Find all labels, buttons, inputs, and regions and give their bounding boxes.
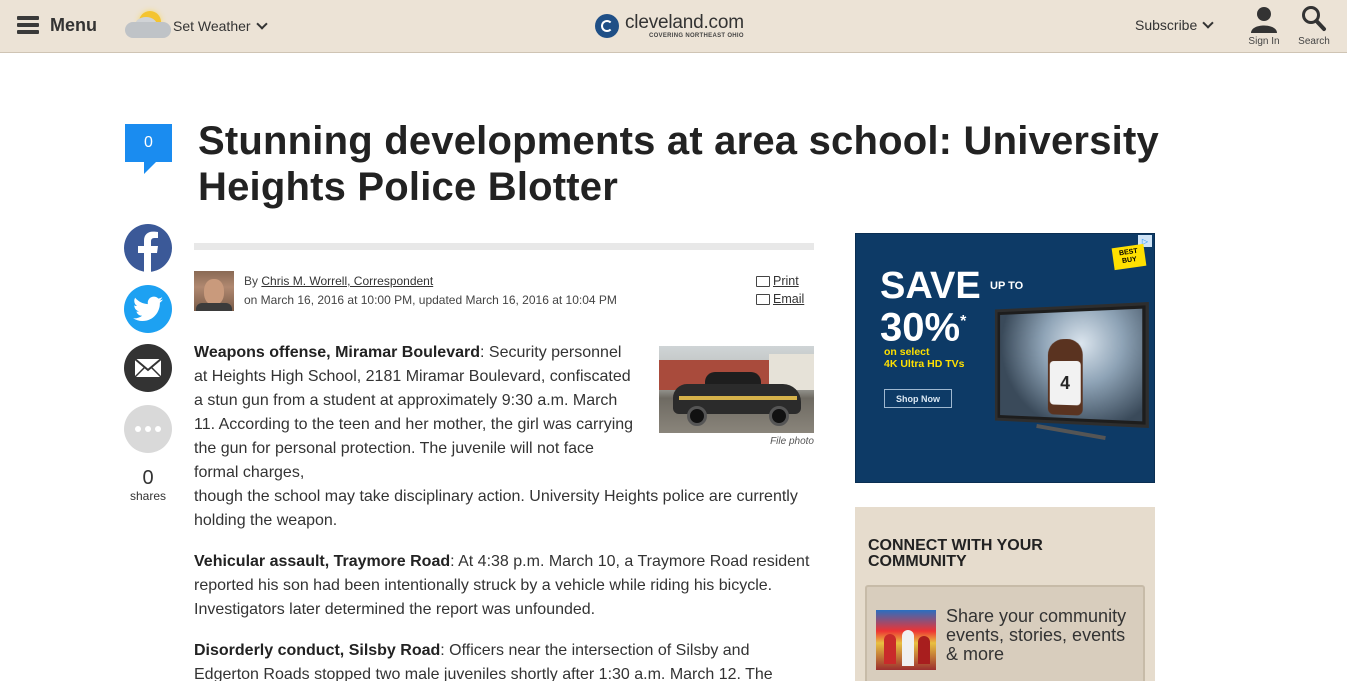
dateline: on March 16, 2016 at 10:00 PM, updated M… bbox=[244, 293, 617, 307]
best-buy-logo: BEST BUY bbox=[1111, 243, 1147, 271]
user-icon bbox=[1251, 7, 1277, 33]
partly-cloudy-icon bbox=[123, 8, 175, 44]
ad-up-to: UP TO bbox=[990, 280, 1024, 292]
more-share-button[interactable] bbox=[124, 405, 172, 453]
logo-name: cleveland.com bbox=[625, 11, 744, 33]
menu-label: Menu bbox=[50, 14, 97, 35]
share-count: 0 bbox=[142, 467, 154, 489]
divider bbox=[194, 243, 814, 250]
email-button[interactable]: Email bbox=[756, 292, 804, 306]
subscribe-button[interactable]: Subscribe bbox=[1135, 16, 1214, 33]
shop-now-button[interactable]: Shop Now bbox=[884, 389, 952, 408]
ad-save-text: SAVE bbox=[880, 265, 981, 307]
paragraph-heading: Vehicular assault, Traymore Road bbox=[194, 553, 451, 570]
article-paragraph: Vehicular assault, Traymore Road: At 4:3… bbox=[194, 550, 814, 622]
community-thumbnail bbox=[876, 610, 936, 670]
subscribe-label: Subscribe bbox=[1135, 17, 1198, 33]
community-module: CONNECT WITH YOUR COMMUNITY Share your c… bbox=[855, 507, 1155, 681]
sign-in-button[interactable]: Sign In bbox=[1244, 5, 1284, 47]
article-paragraph: Disorderly conduct, Silsby Road: Officer… bbox=[194, 639, 814, 681]
author-link[interactable]: Chris M. Worrell, Correspondent bbox=[261, 274, 433, 288]
print-button[interactable]: Print bbox=[756, 274, 799, 288]
chevron-down-icon bbox=[1202, 16, 1214, 29]
menu-button[interactable]: Menu bbox=[17, 12, 97, 38]
facebook-share-button[interactable] bbox=[124, 224, 172, 272]
set-weather-button[interactable]: Set Weather bbox=[123, 8, 268, 44]
ad-subtext: on select 4K Ultra HD TVs bbox=[884, 346, 965, 370]
jersey-number: 4 bbox=[1049, 360, 1081, 406]
twitter-icon bbox=[133, 296, 163, 321]
email-icon bbox=[756, 293, 770, 305]
byline: By Chris M. Worrell, Correspondent bbox=[244, 274, 433, 288]
by-prefix: By bbox=[244, 274, 259, 288]
article-headline: Stunning developments at area school: Un… bbox=[198, 119, 1159, 209]
envelope-icon bbox=[134, 358, 162, 378]
printer-icon bbox=[756, 275, 770, 287]
site-logo[interactable]: cleveland.com COVERING NORTHEAST OHIO bbox=[595, 12, 744, 40]
twitter-share-button[interactable] bbox=[124, 285, 172, 333]
site-header: Menu Set Weather cleveland.com COVERING … bbox=[0, 0, 1347, 53]
author-avatar[interactable] bbox=[194, 271, 234, 311]
search-icon bbox=[1302, 6, 1326, 31]
search-button[interactable]: Search bbox=[1294, 5, 1334, 47]
print-label: Print bbox=[773, 274, 799, 288]
email-share-button[interactable] bbox=[124, 344, 172, 392]
shares-label: shares bbox=[129, 489, 167, 503]
chevron-down-icon bbox=[255, 17, 268, 30]
paragraph-text: : Security personnel at Heights High Sch… bbox=[194, 344, 634, 481]
sign-in-label: Sign In bbox=[1248, 36, 1280, 47]
photo-credit: File photo bbox=[770, 436, 814, 447]
logo-tagline: COVERING NORTHEAST OHIO bbox=[648, 32, 744, 39]
facebook-icon bbox=[138, 231, 158, 272]
comment-count-badge[interactable]: 0 bbox=[125, 124, 172, 174]
community-card-text: Share your community events, stories, ev… bbox=[946, 606, 1127, 664]
logo-icon bbox=[595, 14, 619, 38]
email-label: Email bbox=[773, 292, 805, 306]
advertisement[interactable]: ▷ BEST BUY SAVE UP TO 30%* on select 4K U… bbox=[855, 233, 1155, 483]
paragraph-heading: Disorderly conduct, Silsby Road bbox=[194, 642, 441, 659]
article-photo[interactable] bbox=[659, 346, 814, 433]
more-dots-icon bbox=[135, 426, 161, 432]
hamburger-icon bbox=[17, 16, 39, 34]
article-paragraph: Weapons offense, Miramar Boulevard: Secu… bbox=[194, 341, 639, 485]
community-card[interactable]: Share your community events, stories, ev… bbox=[865, 585, 1145, 681]
weather-label: Set Weather bbox=[173, 18, 251, 34]
ad-percent: 30%* bbox=[880, 305, 967, 350]
tv-image: 4 bbox=[994, 301, 1149, 429]
article-paragraph-continued: though the school may take disciplinary … bbox=[194, 488, 798, 529]
community-title: CONNECT WITH YOUR COMMUNITY bbox=[868, 537, 1043, 570]
paragraph-heading: Weapons offense, Miramar Boulevard bbox=[194, 344, 480, 361]
search-label: Search bbox=[1298, 36, 1330, 47]
